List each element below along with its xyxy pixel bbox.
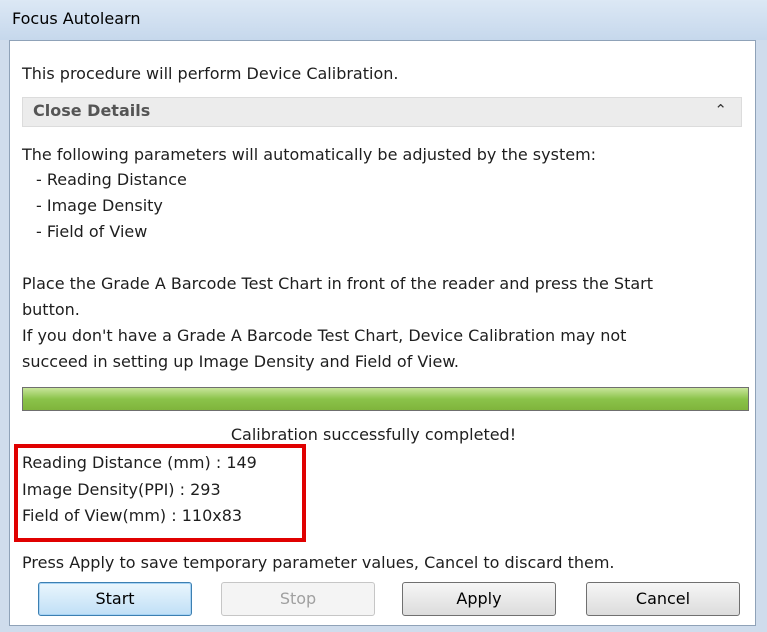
calibration-progress-bar — [22, 387, 749, 411]
instruction-line-1: Place the Grade A Barcode Test Chart in … — [22, 274, 654, 293]
status-message: Calibration successfully completed! — [230, 425, 517, 444]
instruction-line-2: button. — [22, 300, 80, 319]
chevron-up-icon: ⌃ — [714, 101, 727, 119]
detail-item-image-density: - Image Density — [36, 196, 163, 215]
start-button[interactable]: Start — [38, 582, 192, 616]
stop-button[interactable]: Stop — [221, 582, 375, 616]
footer-note: Press Apply to save temporary parameter … — [22, 553, 615, 572]
results-highlight-box — [14, 444, 306, 542]
close-details-label: Close Details — [33, 101, 151, 120]
detail-item-reading-distance: - Reading Distance — [36, 170, 187, 189]
instruction-line-3: If you don't have a Grade A Barcode Test… — [22, 326, 627, 345]
focus-autolearn-window: Focus Autolearn This procedure will perf… — [0, 0, 767, 632]
progress-fill — [23, 388, 748, 410]
intro-text: This procedure will perform Device Calib… — [22, 64, 399, 83]
details-expander[interactable]: Close Details ⌃ — [22, 97, 742, 127]
cancel-button[interactable]: Cancel — [586, 582, 740, 616]
details-heading: The following parameters will automatica… — [22, 145, 597, 164]
dialog-content: This procedure will perform Device Calib… — [9, 40, 756, 626]
apply-button[interactable]: Apply — [402, 582, 556, 616]
detail-item-field-of-view: - Field of View — [36, 222, 148, 241]
window-title: Focus Autolearn — [12, 9, 141, 28]
instruction-line-4: succeed in setting up Image Density and … — [22, 352, 460, 371]
title-bar[interactable]: Focus Autolearn — [0, 0, 767, 40]
